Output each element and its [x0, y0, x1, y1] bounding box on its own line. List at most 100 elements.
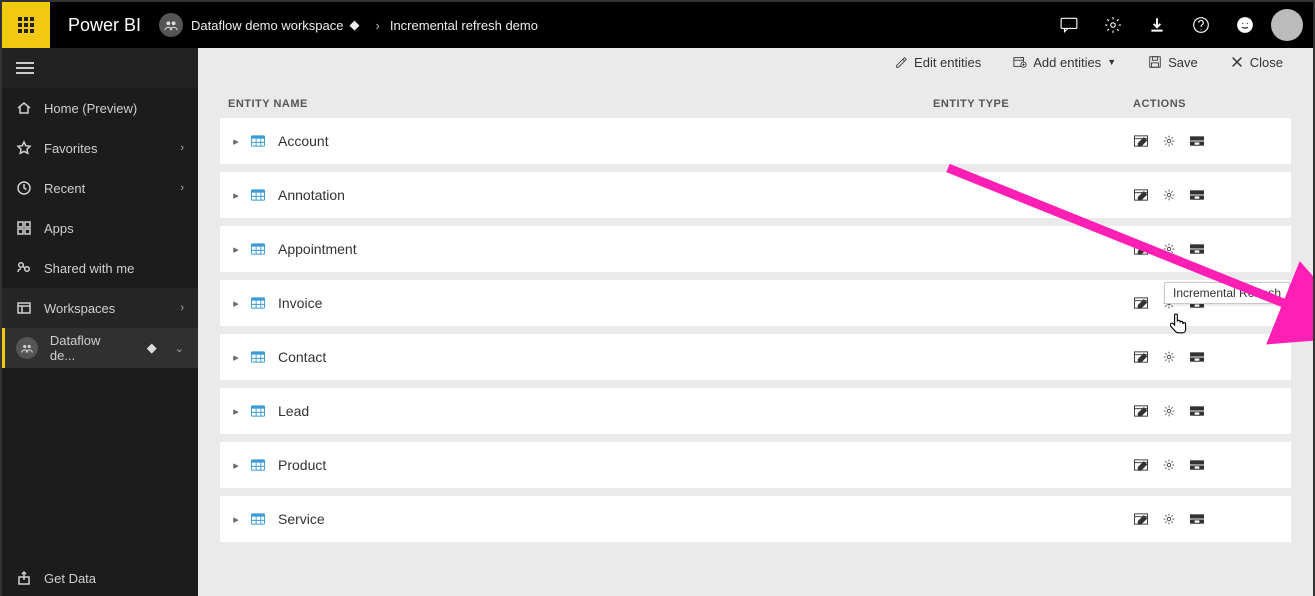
- expand-toggle[interactable]: ▸: [228, 135, 244, 148]
- entity-row[interactable]: ▸ Lead: [220, 388, 1291, 434]
- table-header: ENTITY NAME ENTITY TYPE ACTIONS: [220, 98, 1291, 118]
- entity-toolbar: Edit entities Add entities ▼ Save Close: [198, 48, 1313, 82]
- incremental-refresh-icon[interactable]: [1189, 350, 1205, 364]
- premium-diamond-icon: ◆: [350, 17, 360, 33]
- entity-settings-icon[interactable]: [1161, 512, 1177, 526]
- chevron-right-icon: ›: [180, 182, 184, 194]
- tooltip-text: Incremental Refresh: [1173, 286, 1281, 300]
- table-icon: [250, 512, 266, 526]
- entity-row[interactable]: ▸ Service: [220, 496, 1291, 542]
- main-content: Edit entities Add entities ▼ Save Close …: [198, 48, 1313, 596]
- nav-apps-label: Apps: [44, 221, 74, 236]
- nav-current-ws-label: Dataflow de...: [50, 333, 129, 363]
- nav-workspaces[interactable]: Workspaces ›: [2, 288, 198, 328]
- incremental-refresh-icon[interactable]: [1189, 512, 1205, 526]
- entity-row[interactable]: ▸Contact: [220, 334, 1291, 380]
- entity-row[interactable]: ▸ Invoice: [220, 280, 1291, 326]
- entity-settings-icon[interactable]: [1161, 134, 1177, 148]
- premium-diamond-icon: ◆: [147, 340, 157, 356]
- get-data-icon: [16, 570, 32, 586]
- save-button[interactable]: Save: [1148, 55, 1198, 70]
- incremental-refresh-icon[interactable]: [1189, 458, 1205, 472]
- add-icon: [1013, 55, 1027, 69]
- edit-entity-icon[interactable]: [1133, 242, 1149, 256]
- expand-toggle[interactable]: ▸: [228, 243, 244, 256]
- chevron-down-icon: ▼: [1107, 57, 1116, 67]
- nav-shared[interactable]: Shared with me: [2, 248, 198, 288]
- entity-name: Invoice: [278, 295, 933, 311]
- expand-toggle[interactable]: ▸: [228, 351, 244, 364]
- clock-icon: [16, 180, 32, 196]
- nav-favorites[interactable]: Favorites ›: [2, 128, 198, 168]
- user-avatar[interactable]: [1271, 9, 1303, 41]
- close-button[interactable]: Close: [1230, 55, 1283, 70]
- notifications-button[interactable]: [1047, 2, 1091, 48]
- col-header-actions: ACTIONS: [1133, 98, 1283, 110]
- entity-name: Service: [278, 511, 933, 527]
- entity-row[interactable]: ▸Annotation: [220, 172, 1291, 218]
- edit-entity-icon[interactable]: [1133, 458, 1149, 472]
- table-icon: [250, 296, 266, 310]
- nav-collapse-button[interactable]: [2, 48, 198, 88]
- expand-toggle[interactable]: ▸: [228, 405, 244, 418]
- entity-settings-icon[interactable]: [1161, 242, 1177, 256]
- incremental-refresh-icon[interactable]: [1189, 188, 1205, 202]
- workspace-avatar-icon: [16, 337, 38, 359]
- shared-icon: [16, 260, 32, 276]
- table-icon: [250, 188, 266, 202]
- entity-name: Lead: [278, 403, 933, 419]
- expand-toggle[interactable]: ▸: [228, 297, 244, 310]
- edit-entity-icon[interactable]: [1133, 134, 1149, 148]
- app-launcher-button[interactable]: [2, 2, 50, 48]
- save-icon: [1148, 55, 1162, 69]
- col-header-type: ENTITY TYPE: [933, 98, 1133, 110]
- star-icon: [16, 140, 32, 156]
- edit-icon: [894, 55, 908, 69]
- expand-toggle[interactable]: ▸: [228, 189, 244, 202]
- entity-row[interactable]: ▸Appointment: [220, 226, 1291, 272]
- incremental-refresh-icon[interactable]: [1189, 404, 1205, 418]
- entity-settings-icon[interactable]: [1161, 350, 1177, 364]
- help-button[interactable]: [1179, 2, 1223, 48]
- workspace-icon: [159, 13, 183, 37]
- expand-toggle[interactable]: ▸: [228, 459, 244, 472]
- top-actions: [1047, 2, 1313, 48]
- edit-entity-icon[interactable]: [1133, 188, 1149, 202]
- edit-entity-icon[interactable]: [1133, 350, 1149, 364]
- breadcrumb-page[interactable]: Incremental refresh demo: [390, 18, 538, 33]
- edit-entity-icon[interactable]: [1133, 404, 1149, 418]
- cursor-pointer-icon: [1170, 313, 1188, 335]
- top-bar: Power BI Dataflow demo workspace ◆ › Inc…: [2, 2, 1313, 48]
- nav-current-workspace[interactable]: Dataflow de... ◆ ⌄: [2, 328, 198, 368]
- expand-toggle[interactable]: ▸: [228, 513, 244, 526]
- nav-home[interactable]: Home (Preview): [2, 88, 198, 128]
- nav-get-data[interactable]: Get Data: [2, 558, 198, 596]
- nav-apps[interactable]: Apps: [2, 208, 198, 248]
- edit-entity-icon[interactable]: [1133, 512, 1149, 526]
- nav-workspaces-label: Workspaces: [44, 301, 115, 316]
- edit-entities-button[interactable]: Edit entities: [894, 55, 981, 70]
- download-button[interactable]: [1135, 2, 1179, 48]
- entity-settings-icon[interactable]: [1161, 188, 1177, 202]
- settings-button[interactable]: [1091, 2, 1135, 48]
- table-icon: [250, 242, 266, 256]
- nav-recent[interactable]: Recent ›: [2, 168, 198, 208]
- entity-settings-icon[interactable]: [1161, 404, 1177, 418]
- entity-row[interactable]: ▸Product: [220, 442, 1291, 488]
- incremental-refresh-icon[interactable]: [1189, 134, 1205, 148]
- breadcrumb-workspace[interactable]: Dataflow demo workspace: [191, 18, 343, 33]
- entity-settings-icon[interactable]: [1161, 458, 1177, 472]
- chevron-right-icon: ›: [180, 142, 184, 154]
- entity-list: ▸Account▸Annotation▸Appointment▸Invoice▸…: [220, 118, 1291, 542]
- close-label: Close: [1250, 55, 1283, 70]
- feedback-button[interactable]: [1223, 2, 1267, 48]
- entity-row[interactable]: ▸Account: [220, 118, 1291, 164]
- chevron-right-icon: ›: [180, 302, 184, 314]
- incremental-refresh-icon[interactable]: [1189, 242, 1205, 256]
- edit-entities-label: Edit entities: [914, 55, 981, 70]
- edit-entity-icon[interactable]: [1133, 296, 1149, 310]
- add-entities-button[interactable]: Add entities ▼: [1013, 55, 1116, 70]
- hamburger-icon: [16, 67, 34, 69]
- home-icon: [16, 100, 32, 116]
- nav-shared-label: Shared with me: [44, 261, 134, 276]
